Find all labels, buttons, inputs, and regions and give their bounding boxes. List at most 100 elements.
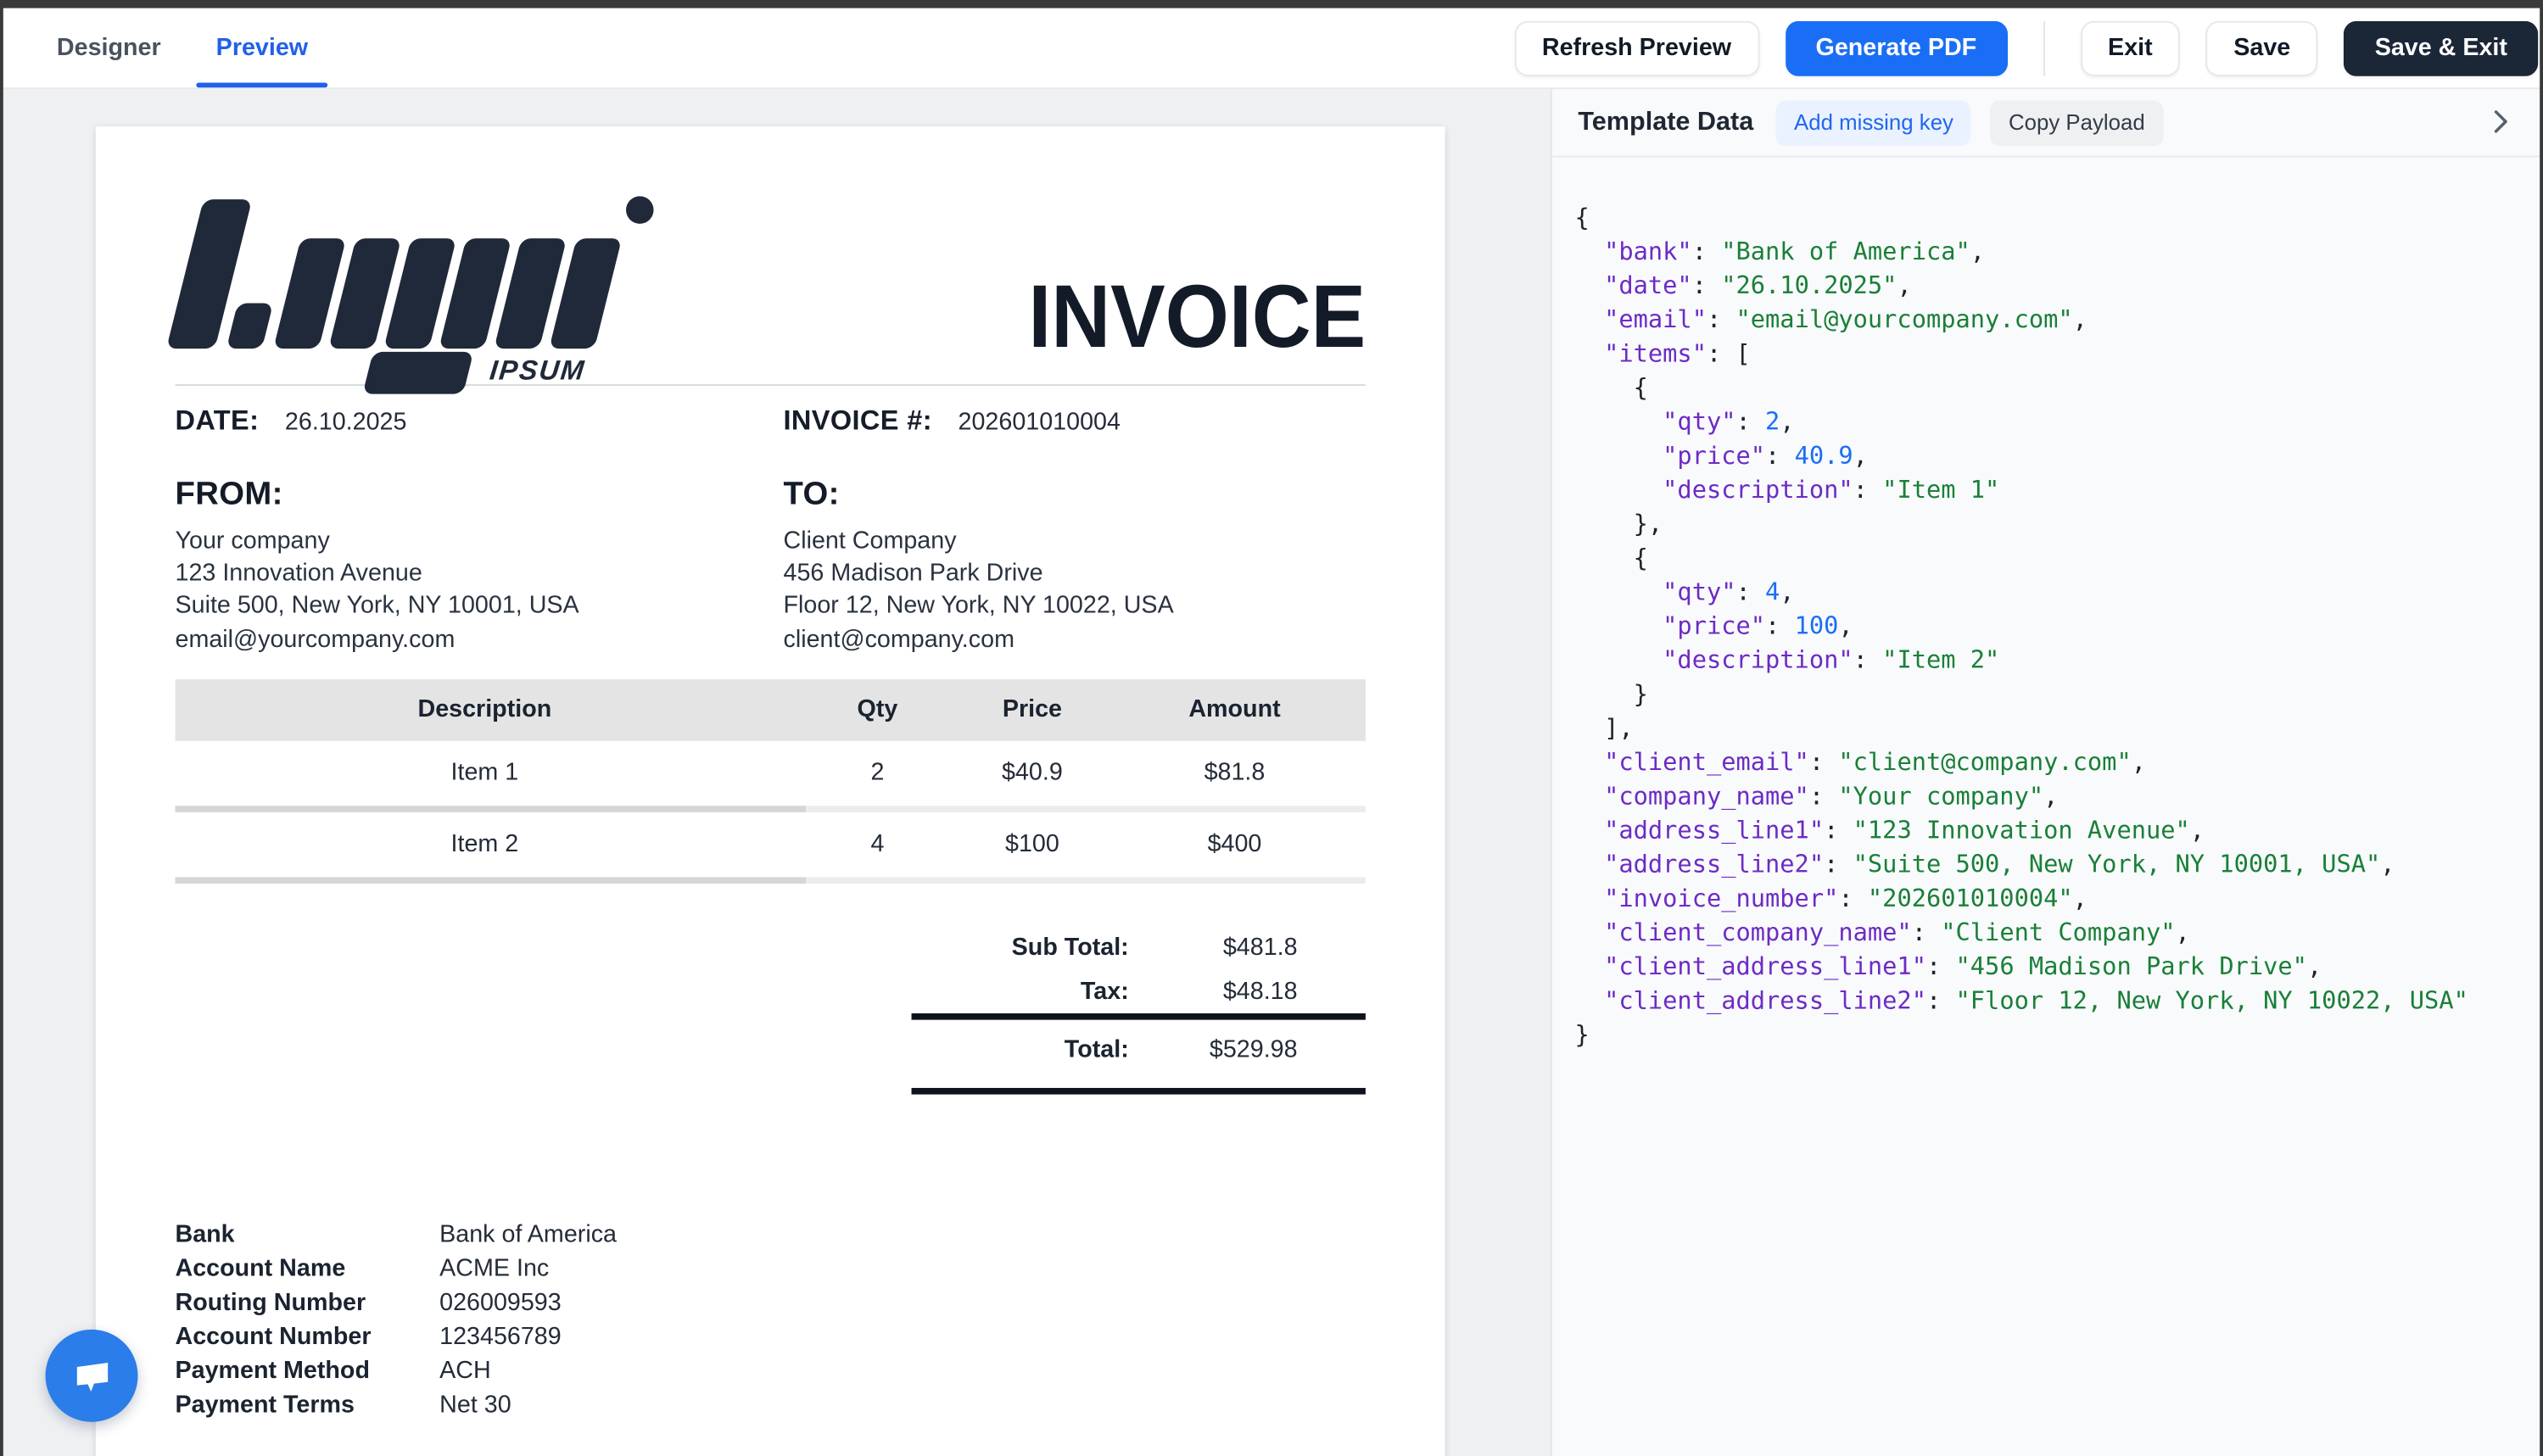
invoice-number-value: 202601010004 [959, 409, 1121, 437]
to-address-1: 456 Madison Park Drive [783, 558, 1365, 591]
save-exit-button[interactable]: Save & Exit [2344, 20, 2538, 75]
subtotal-value: $481.8 [1129, 934, 1366, 962]
table-header-row: Description Qty Price Amount [175, 679, 1365, 741]
cell-amount: $81.8 [1104, 759, 1366, 787]
account-name-value: ACME Inc [439, 1255, 549, 1283]
row-divider [175, 877, 1365, 884]
account-number-value: 123456789 [439, 1323, 562, 1351]
routing-number-value: 026009593 [439, 1289, 562, 1317]
bank-row: Account Number 123456789 [175, 1319, 1365, 1353]
from-label: FROM: [175, 477, 783, 514]
routing-number-label: Routing Number [175, 1289, 439, 1317]
chat-bubble-icon [67, 1352, 115, 1400]
table-row: Item 1 2 $40.9 $81.8 [175, 740, 1365, 805]
totals-rule [912, 1013, 1366, 1020]
to-label: TO: [783, 477, 1365, 514]
logo-subtext: IPSUM [488, 355, 587, 388]
to-email: client@company.com [783, 623, 1365, 656]
add-missing-key-button[interactable]: Add missing key [1776, 100, 1971, 146]
bank-row: Account Name ACME Inc [175, 1252, 1365, 1286]
tab-preview[interactable]: Preview [197, 8, 327, 88]
bank-row: Payment Terms Net 30 [175, 1387, 1365, 1421]
cell-qty: 2 [794, 759, 960, 787]
account-number-label: Account Number [175, 1323, 439, 1351]
view-tabs: Designer Preview [37, 8, 327, 88]
table-row: Item 2 4 $100 $400 [175, 812, 1365, 877]
invoice-number: INVOICE #: 202601010004 [783, 405, 1365, 438]
address-row: FROM: Your company 123 Innovation Avenue… [175, 477, 1365, 656]
from-address-2: Suite 500, New York, NY 10001, USA [175, 591, 783, 624]
toolbar-actions: Refresh Preview Generate PDF Exit Save S… [1514, 8, 2538, 88]
logo-dot [626, 196, 654, 224]
items-table: Description Qty Price Amount Item 1 2 $4… [175, 679, 1365, 884]
subtotal-label: Sub Total: [912, 934, 1129, 962]
bank-label: Bank [175, 1220, 439, 1248]
cell-amount: $400 [1104, 831, 1366, 859]
cell-price: $40.9 [961, 759, 1104, 787]
invoice-date: DATE: 26.10.2025 [175, 405, 783, 438]
payment-method-label: Payment Method [175, 1357, 439, 1385]
chat-button[interactable] [46, 1330, 138, 1422]
refresh-preview-button[interactable]: Refresh Preview [1514, 20, 1758, 75]
invoice-preview-area: IPSUM INVOICE DATE: 26.10.2025 INVOICE #… [3, 89, 1552, 1456]
invoice-header: IPSUM INVOICE [175, 199, 1365, 384]
tax-value: $48.18 [1129, 978, 1366, 1006]
col-price: Price [961, 696, 1104, 724]
payment-terms-label: Payment Terms [175, 1391, 439, 1419]
chevron-right-icon[interactable] [2484, 105, 2517, 137]
panel-header: Template Data Add missing key Copy Paylo… [1552, 89, 2540, 157]
cell-price: $100 [961, 831, 1104, 859]
tax-label: Tax: [912, 978, 1129, 1006]
invoice-number-label: INVOICE #: [783, 405, 931, 438]
app-window: Designer Preview Refresh Preview Generat… [0, 0, 2543, 1456]
from-email: email@yourcompany.com [175, 623, 783, 656]
from-block: FROM: Your company 123 Innovation Avenue… [175, 477, 783, 656]
toolbar: Designer Preview Refresh Preview Generat… [0, 8, 2543, 90]
col-description: Description [175, 696, 794, 724]
window-right-edge [2540, 0, 2543, 1456]
panel-title: Template Data [1578, 108, 1753, 137]
total-label: Total: [912, 1036, 1129, 1064]
total-value: $529.98 [1129, 1036, 1366, 1064]
bank-row: Routing Number 026009593 [175, 1286, 1365, 1319]
col-qty: Qty [794, 696, 960, 724]
window-left-edge [0, 0, 3, 1456]
header-divider [175, 384, 1365, 386]
json-code[interactable]: { "bank": "Bank of America", "date": "26… [1552, 157, 2540, 1085]
row-divider [175, 806, 1365, 812]
total-row: Total: $529.98 [912, 1019, 1366, 1081]
bank-row: Bank Bank of America [175, 1218, 1365, 1252]
save-button[interactable]: Save [2206, 20, 2318, 75]
totals-block: Sub Total: $481.8 Tax: $48.18 Total: $52… [912, 925, 1366, 1094]
exit-button[interactable]: Exit [2081, 20, 2181, 75]
account-name-label: Account Name [175, 1255, 439, 1283]
tab-designer[interactable]: Designer [37, 8, 181, 88]
payment-terms-value: Net 30 [439, 1391, 511, 1419]
toolbar-divider [2043, 20, 2045, 75]
bank-row: Payment Method ACH [175, 1353, 1365, 1387]
logo-ipsum-logo: IPSUM [175, 199, 678, 384]
payment-method-value: ACH [439, 1357, 491, 1385]
invoice-page: IPSUM INVOICE DATE: 26.10.2025 INVOICE #… [96, 126, 1445, 1456]
logo-mark [166, 199, 632, 349]
to-address-2: Floor 12, New York, NY 10022, USA [783, 591, 1365, 624]
from-company: Your company [175, 525, 783, 558]
col-amount: Amount [1104, 696, 1366, 724]
content-area: IPSUM INVOICE DATE: 26.10.2025 INVOICE #… [3, 89, 2540, 1456]
invoice-meta-row: DATE: 26.10.2025 INVOICE #: 202601010004 [175, 405, 1365, 438]
date-label: DATE: [175, 405, 259, 438]
cell-qty: 4 [794, 831, 960, 859]
to-company: Client Company [783, 525, 1365, 558]
date-value: 26.10.2025 [285, 409, 407, 437]
template-data-panel: Template Data Add missing key Copy Paylo… [1552, 89, 2540, 1456]
cell-description: Item 2 [175, 831, 794, 859]
invoice-title: INVOICE [1028, 272, 1366, 361]
generate-pdf-button[interactable]: Generate PDF [1785, 20, 2007, 75]
copy-payload-button[interactable]: Copy Payload [1991, 100, 2163, 146]
tax-row: Tax: $48.18 [912, 969, 1366, 1013]
to-block: TO: Client Company 456 Madison Park Driv… [783, 477, 1365, 656]
bank-value: Bank of America [439, 1220, 617, 1248]
subtotal-row: Sub Total: $481.8 [912, 925, 1366, 969]
window-top-edge [0, 0, 2543, 8]
from-address-1: 123 Innovation Avenue [175, 558, 783, 591]
